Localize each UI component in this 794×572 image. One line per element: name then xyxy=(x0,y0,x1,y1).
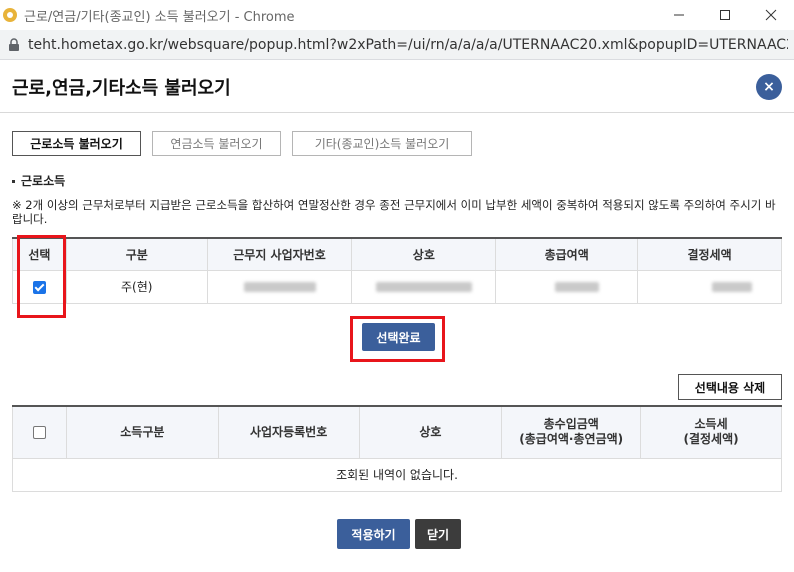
tab-other-income[interactable]: 기타(종교인)소득 불러오기 xyxy=(292,131,472,156)
apply-button[interactable]: 적용하기 xyxy=(337,519,410,549)
category-cell: 주(현) xyxy=(65,269,208,304)
determined-tax-cell xyxy=(637,269,782,304)
chrome-app-icon xyxy=(3,8,17,22)
section-title-text: 근로소득 xyxy=(21,174,66,188)
address-bar[interactable]: teht.hometax.go.kr/websquare/popup.html?… xyxy=(0,30,794,60)
window-title: 근로/연금/기타(종교인) 소득 불러오기 - Chrome xyxy=(24,9,295,25)
maximize-icon xyxy=(720,10,730,20)
company-cell xyxy=(351,269,497,304)
window-titlebar: 근로/연금/기타(종교인) 소득 불러오기 - Chrome xyxy=(0,0,794,30)
header-income-tax-label: 소득세 xyxy=(694,417,728,432)
redacted-value xyxy=(243,282,316,292)
maximize-button[interactable] xyxy=(702,0,748,30)
header-company: 상호 xyxy=(358,405,503,459)
header-total-income: 총수입금액 (총급여액·총연금액) xyxy=(501,405,642,459)
url-text: teht.hometax.go.kr/websquare/popup.html?… xyxy=(28,36,788,53)
redacted-value xyxy=(375,282,472,292)
selected-income-table: 소득구분 사업자등록번호 상호 총수입금액 (총급여액·총연금액) 소득세 (결… xyxy=(12,405,782,492)
popup-close-button[interactable]: × xyxy=(756,74,782,100)
header-select-all xyxy=(12,405,67,459)
notice-text: ※ 2개 이상의 근무처로부터 지급받은 근로소득을 합산하여 연말정산한 경우… xyxy=(12,198,776,226)
highlight-select-column xyxy=(17,235,66,318)
header-biz-no: 근무지 사업자번호 xyxy=(206,237,353,271)
table-row[interactable]: 주(현) xyxy=(12,269,782,304)
header-income-tax: 소득세 (결정세액) xyxy=(640,405,782,459)
redacted-value xyxy=(711,282,752,292)
total-salary-cell xyxy=(495,269,639,304)
header-income-tax-sub: (결정세액) xyxy=(683,432,739,447)
header-total-income-sub: (총급여액·총연금액) xyxy=(519,432,624,447)
work-income-table: 선택 구분 근무지 사업자번호 상호 총급여액 결정세액 주(현) xyxy=(12,237,782,304)
redacted-value xyxy=(554,282,599,292)
window-close-button[interactable] xyxy=(748,0,794,30)
close-icon: × xyxy=(763,79,775,95)
delete-selected-button[interactable]: 선택내용 삭제 xyxy=(678,374,782,400)
header-biz-reg-no: 사업자등록번호 xyxy=(217,405,360,459)
tab-pension-income[interactable]: 연금소득 불러오기 xyxy=(152,131,281,156)
minimize-icon xyxy=(674,14,684,16)
header-total-income-label: 총수입금액 xyxy=(543,417,599,432)
highlight-select-done xyxy=(350,316,445,362)
empty-message: 조회된 내역이 없습니다. xyxy=(12,457,782,492)
select-all-checkbox[interactable] xyxy=(32,425,46,439)
header-total-salary: 총급여액 xyxy=(495,237,639,271)
empty-row: 조회된 내역이 없습니다. xyxy=(12,457,782,492)
table-header-row: 소득구분 사업자등록번호 상호 총수입금액 (총급여액·총연금액) 소득세 (결… xyxy=(12,405,782,459)
header-divider xyxy=(0,112,794,113)
lock-icon xyxy=(9,37,19,51)
tab-work-income[interactable]: 근로소득 불러오기 xyxy=(12,131,141,156)
minimize-button[interactable] xyxy=(656,0,702,30)
section-title: 근로소득 xyxy=(12,172,65,189)
close-button[interactable]: 닫기 xyxy=(415,519,461,549)
header-company: 상호 xyxy=(351,237,497,271)
bullet-icon xyxy=(12,180,15,183)
biz-no-cell xyxy=(206,269,353,304)
table-header-row: 선택 구분 근무지 사업자번호 상호 총급여액 결정세액 xyxy=(12,237,782,271)
popup-title: 근로,연금,기타소득 불러오기 xyxy=(12,78,231,99)
header-category: 구분 xyxy=(65,237,208,271)
close-icon xyxy=(765,9,777,21)
header-determined-tax: 결정세액 xyxy=(637,237,782,271)
header-income-type: 소득구분 xyxy=(65,405,219,459)
